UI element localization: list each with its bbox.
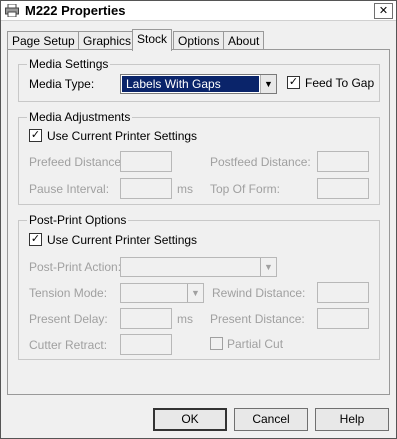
close-button[interactable]: ✕ bbox=[374, 3, 393, 19]
stock-tab-panel: Media Settings Media Type: Labels With G… bbox=[7, 49, 390, 395]
top-of-form-label: Top Of Form: bbox=[210, 182, 281, 196]
tension-mode-select[interactable]: ▼ bbox=[120, 283, 204, 303]
check-icon: ✓ bbox=[288, 76, 299, 88]
chevron-down-icon: ▼ bbox=[260, 75, 276, 93]
media-type-label: Media Type: bbox=[29, 77, 95, 91]
post-print-action-label: Post-Print Action: bbox=[29, 260, 122, 274]
pause-interval-label: Pause Interval: bbox=[29, 182, 110, 196]
postfeed-label: Postfeed Distance: bbox=[210, 155, 311, 169]
partial-cut-checkbox[interactable] bbox=[210, 337, 223, 350]
post-print-action-select[interactable]: ▼ bbox=[120, 257, 277, 277]
cutter-retract-field[interactable] bbox=[120, 334, 172, 355]
postfeed-field[interactable] bbox=[317, 151, 369, 172]
close-icon: ✕ bbox=[378, 5, 389, 17]
tab-about[interactable]: About bbox=[223, 31, 265, 50]
present-delay-unit: ms bbox=[177, 312, 193, 326]
cancel-button[interactable]: Cancel bbox=[234, 408, 308, 431]
title-bar: M222 Properties ✕ bbox=[1, 1, 396, 21]
pause-interval-field[interactable] bbox=[120, 178, 172, 199]
present-delay-label: Present Delay: bbox=[29, 312, 108, 326]
check-icon: ✓ bbox=[30, 129, 41, 141]
media-type-value: Labels With Gaps bbox=[122, 76, 259, 92]
prefeed-field[interactable] bbox=[120, 151, 172, 172]
window-title: M222 Properties bbox=[25, 3, 126, 18]
present-distance-field[interactable] bbox=[317, 308, 369, 329]
tab-options[interactable]: Options bbox=[173, 31, 225, 50]
pause-interval-unit: ms bbox=[177, 182, 193, 196]
tab-graphics[interactable]: Graphics bbox=[78, 31, 137, 50]
adj-use-current-label: Use Current Printer Settings bbox=[47, 129, 198, 143]
rewind-distance-field[interactable] bbox=[317, 282, 369, 303]
tab-page-setup[interactable]: Page Setup bbox=[7, 31, 80, 50]
check-icon: ✓ bbox=[30, 233, 41, 245]
media-type-select[interactable]: Labels With Gaps ▼ bbox=[120, 74, 277, 94]
post-use-current-label: Use Current Printer Settings bbox=[47, 233, 198, 247]
post-print-group: Post-Print Options ✓ Use Current Printer… bbox=[18, 213, 380, 360]
media-settings-group: Media Settings Media Type: Labels With G… bbox=[18, 57, 380, 102]
present-distance-label: Present Distance: bbox=[210, 312, 305, 326]
present-delay-field[interactable] bbox=[120, 308, 172, 329]
properties-dialog: M222 Properties ✕ Page Setup Graphics St… bbox=[0, 0, 397, 439]
feed-to-gap-checkbox[interactable]: ✓ bbox=[287, 76, 300, 89]
top-of-form-field[interactable] bbox=[317, 178, 369, 199]
rewind-distance-label: Rewind Distance: bbox=[212, 286, 306, 300]
printer-icon bbox=[5, 4, 19, 17]
post-print-title: Post-Print Options bbox=[27, 213, 129, 227]
media-adjustments-group: Media Adjustments ✓ Use Current Printer … bbox=[18, 110, 380, 205]
adj-use-current-checkbox[interactable]: ✓ bbox=[29, 129, 42, 142]
chevron-down-icon: ▼ bbox=[260, 258, 276, 276]
tab-stock[interactable]: Stock bbox=[132, 29, 173, 51]
prefeed-label: Prefeed Distance: bbox=[29, 155, 125, 169]
ok-button[interactable]: OK bbox=[153, 408, 227, 431]
cutter-retract-label: Cutter Retract: bbox=[29, 338, 108, 352]
media-settings-title: Media Settings bbox=[27, 57, 111, 71]
feed-to-gap-label: Feed To Gap bbox=[305, 76, 375, 90]
partial-cut-label: Partial Cut bbox=[227, 337, 284, 351]
media-adjustments-title: Media Adjustments bbox=[27, 110, 133, 124]
tab-strip: Page Setup Graphics Stock Options About bbox=[7, 29, 387, 51]
chevron-down-icon: ▼ bbox=[187, 284, 203, 302]
tension-mode-label: Tension Mode: bbox=[29, 286, 108, 300]
post-use-current-checkbox[interactable]: ✓ bbox=[29, 233, 42, 246]
help-button[interactable]: Help bbox=[315, 408, 389, 431]
